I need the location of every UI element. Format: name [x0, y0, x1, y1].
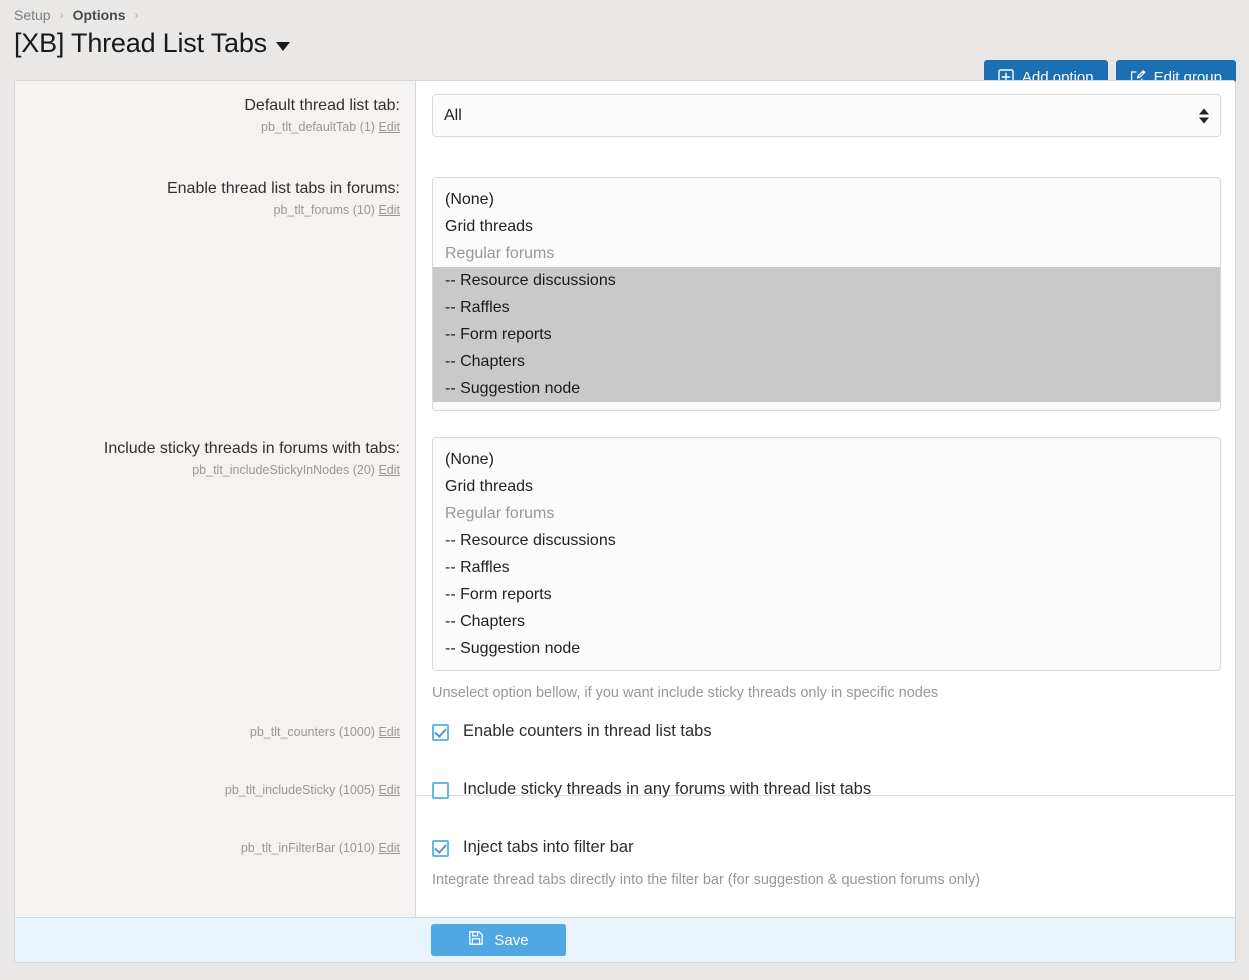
option-key: pb_tlt_inFilterBar (1010) [240, 841, 375, 855]
option-label: Default thread list tab: [244, 97, 400, 114]
option-row-counters: pb_tlt_counters (1000) Edit Enable count… [15, 706, 1235, 764]
save-button[interactable]: Save [431, 924, 566, 956]
counters-checkbox[interactable] [432, 724, 449, 741]
breadcrumb: Setup › Options › [14, 5, 147, 25]
edit-link[interactable]: Edit [378, 783, 400, 797]
listbox-option[interactable]: -- Resource discussions [433, 267, 1220, 294]
listbox-option[interactable]: (None) [433, 446, 1220, 473]
in-filter-bar-description: Integrate thread tabs directly into the … [432, 871, 981, 888]
checkbox-line: Inject tabs into filter bar [432, 835, 1221, 860]
option-control-block: All [416, 81, 1235, 164]
option-meta: pb_tlt_counters (1000) Edit [31, 724, 400, 742]
breadcrumb-separator-icon: › [134, 8, 139, 22]
page-header: [XB] Thread List Tabs Add option Edit gr… [0, 28, 1249, 94]
counters-checkbox-label[interactable]: Enable counters in thread list tabs [463, 719, 712, 744]
listbox-option[interactable]: (None) [433, 186, 1220, 213]
default-tab-select[interactable]: All [432, 94, 1221, 137]
option-label: Enable thread list tabs in forums: [166, 180, 400, 197]
option-label-block: pb_tlt_includeSticky (1005) Edit [15, 764, 416, 822]
options-list: Default thread list tab: pb_tlt_defaultT… [15, 81, 1235, 919]
forums-multiselect[interactable]: (None) Grid threads Regular forums -- Resou… [432, 177, 1221, 411]
option-label-block: pb_tlt_counters (1000) Edit [15, 706, 416, 764]
listbox-option[interactable]: Regular forums [433, 240, 1220, 267]
option-key: pb_tlt_defaultTab (1) [261, 120, 375, 135]
edit-link[interactable]: Edit [378, 725, 400, 739]
listbox-option[interactable]: -- Chapters [433, 348, 1220, 375]
option-label: Include sticky threads in forums with ta… [103, 440, 400, 457]
include-sticky-checkbox-label[interactable]: Include sticky threads in any forums wit… [463, 777, 871, 802]
listbox-option[interactable]: -- Raffles [433, 554, 1220, 581]
option-control-block: (None) Grid threads Regular forums -- Resou… [416, 424, 1235, 706]
edit-link[interactable]: Edit [378, 120, 400, 134]
listbox-option[interactable]: -- Raffles [433, 294, 1220, 321]
listbox-option[interactable]: -- Chapters [433, 608, 1220, 635]
edit-link[interactable]: Edit [378, 841, 400, 855]
option-key: pb_tlt_counters (1000) [249, 725, 375, 739]
panel-footer: Save [15, 917, 1235, 962]
option-key: pb_tlt_includeStickyInNodes (20) [192, 463, 375, 478]
listbox-option[interactable]: -- Suggestion node [433, 375, 1220, 402]
option-label-block: Include sticky threads in forums with ta… [15, 424, 416, 706]
checkbox-line: Include sticky threads in any forums wit… [432, 777, 1221, 802]
listbox-option[interactable]: Grid threads [433, 213, 1220, 240]
listbox-option[interactable]: -- Form reports [433, 581, 1220, 608]
option-key: pb_tlt_forums (10) [273, 203, 375, 218]
caret-down-icon[interactable] [275, 42, 290, 51]
in-filter-bar-checkbox-label[interactable]: Inject tabs into filter bar [463, 835, 634, 860]
page-title-text: [XB] Thread List Tabs [14, 28, 267, 58]
options-panel: Default thread list tab: pb_tlt_defaultT… [14, 80, 1236, 963]
option-control-block: Inject tabs into filter bar Integrate th… [416, 822, 1235, 902]
option-control-block: Include sticky threads in any forums wit… [416, 764, 1235, 822]
option-label-block: pb_tlt_inFilterBar (1010) Edit [15, 822, 416, 902]
option-control-block: Enable counters in thread list tabs [416, 706, 1235, 764]
listbox-option[interactable]: Regular forums [433, 500, 1220, 527]
option-meta: pb_tlt_defaultTab (1) Edit [31, 119, 400, 137]
option-meta: pb_tlt_forums (10) Edit [31, 202, 400, 220]
save-label: Save [494, 931, 529, 949]
option-meta: pb_tlt_includeStickyInNodes (20) Edit [31, 462, 400, 480]
option-row-in-filter-bar: pb_tlt_inFilterBar (1010) Edit Inject ta… [15, 822, 1235, 902]
breadcrumb-item-setup[interactable]: Setup [14, 7, 51, 23]
option-label-block: Default thread list tab: pb_tlt_defaultT… [15, 81, 416, 164]
option-rows: Default thread list tab: pb_tlt_defaultT… [15, 81, 1235, 902]
sticky-nodes-multiselect[interactable]: (None) Grid threads Regular forums -- Resou… [432, 437, 1221, 671]
option-row-include-sticky: pb_tlt_includeSticky (1005) Edit Include… [15, 764, 1235, 822]
option-key: pb_tlt_includeSticky (1005) [224, 783, 375, 797]
page-title[interactable]: [XB] Thread List Tabs [14, 28, 290, 59]
sticky-nodes-help-text: Unselect option bellow, if you want incl… [432, 685, 939, 701]
edit-link[interactable]: Edit [378, 463, 400, 477]
option-row-sticky-nodes: Include sticky threads in forums with ta… [15, 424, 1235, 706]
include-sticky-checkbox[interactable] [432, 782, 449, 799]
option-label-block: Enable thread list tabs in forums: pb_tl… [15, 164, 416, 424]
option-row-forums: Enable thread list tabs in forums: pb_tl… [15, 164, 1235, 424]
option-row-default-tab: Default thread list tab: pb_tlt_defaultT… [15, 81, 1235, 164]
admin-options-page: Setup › Options › [XB] Thread List Tabs … [0, 0, 1249, 980]
listbox-option[interactable]: -- Suggestion node [433, 635, 1220, 662]
floppy-disk-icon [468, 930, 484, 950]
option-control-block: (None) Grid threads Regular forums -- Resou… [416, 164, 1235, 424]
in-filter-bar-checkbox[interactable] [432, 840, 449, 857]
edit-link[interactable]: Edit [378, 203, 400, 217]
listbox-option[interactable]: Grid threads [433, 473, 1220, 500]
option-meta: pb_tlt_includeSticky (1005) Edit [31, 782, 400, 800]
listbox-option[interactable]: -- Form reports [433, 321, 1220, 348]
breadcrumb-separator-icon: › [59, 8, 64, 22]
checkbox-line: Enable counters in thread list tabs [432, 719, 1221, 744]
default-tab-select-wrap: All [432, 94, 1221, 137]
breadcrumb-item-options[interactable]: Options [73, 7, 126, 23]
listbox-option[interactable]: -- Resource discussions [433, 527, 1220, 554]
option-meta: pb_tlt_inFilterBar (1010) Edit [31, 840, 400, 858]
